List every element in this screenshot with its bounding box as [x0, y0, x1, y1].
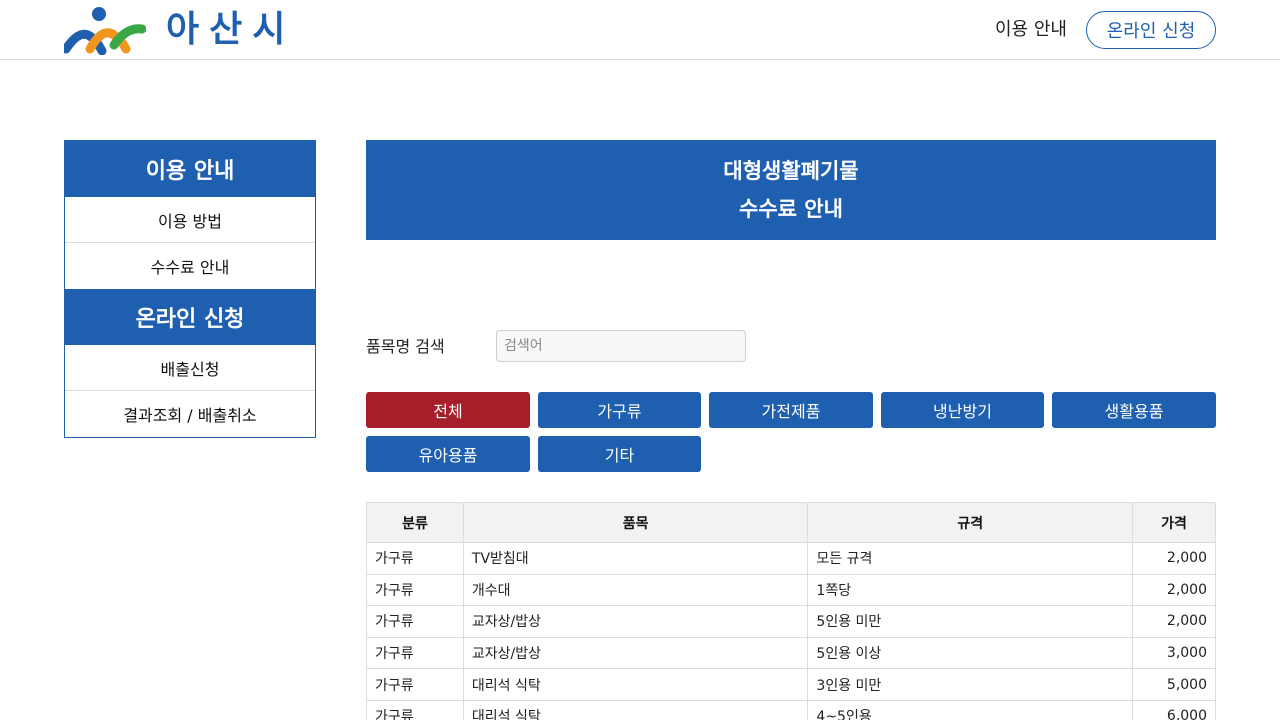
- cell-spec: 모든 규격: [807, 542, 1133, 575]
- cell-item: 교자상/밥상: [462, 636, 809, 670]
- cell-spec: 1쪽당: [807, 573, 1133, 607]
- sidebar: 이용 안내 이용 방법 수수료 안내 온라인 신청 배출신청 결과조회 / 배출…: [64, 140, 316, 438]
- table-row: 가구류 TV받침대 모든 규격 2,000: [366, 542, 1216, 575]
- cell-price: 5,000: [1132, 668, 1216, 701]
- table-row: 가구류 교자상/밥상 5인용 미만 2,000: [366, 605, 1216, 638]
- column-header-category: 분류: [366, 502, 464, 543]
- site-logo[interactable]: 아산시: [64, 4, 295, 56]
- cell-spec: 5인용 미만: [807, 605, 1133, 638]
- sidebar-item-how-to-use[interactable]: 이용 방법: [65, 197, 315, 243]
- sidebar-item-result-cancel[interactable]: 결과조회 / 배출취소: [65, 391, 315, 437]
- cell-item: 개수대: [462, 573, 809, 607]
- table-row: 가구류 개수대 1쪽당 2,000: [366, 573, 1216, 607]
- page-title-banner: 대형생활폐기물 수수료 안내: [366, 140, 1216, 240]
- logo-text: 아산시: [166, 9, 296, 50]
- nav-usage-guide[interactable]: 이용 안내: [995, 18, 1067, 42]
- table-row: 가구류 교자상/밥상 5인용 이상 3,000: [366, 636, 1216, 670]
- page-title-line1: 대형생활폐기물: [723, 159, 859, 183]
- column-header-spec: 규격: [807, 502, 1133, 543]
- search-label: 품목명 검색: [366, 337, 445, 356]
- cell-category: 가구류: [366, 542, 464, 575]
- cell-category: 가구류: [366, 573, 464, 607]
- category-appliances-button[interactable]: 가전제품: [709, 392, 873, 428]
- cell-price: 2,000: [1132, 573, 1216, 607]
- sidebar-section-online-apply: 온라인 신청: [65, 289, 315, 345]
- cell-item: 교자상/밥상: [462, 605, 809, 638]
- category-all-button[interactable]: 전체: [366, 392, 530, 428]
- cell-price: 2,000: [1132, 605, 1216, 638]
- site-header: 아산시 이용 안내 온라인 신청: [0, 0, 1280, 60]
- cell-category: 가구류: [366, 636, 464, 670]
- fee-table: 분류 품목 규격 가격 가구류 TV받침대 모든 규격 2,000 가구류 개수…: [366, 502, 1216, 720]
- table-row: 가구류 대리석 식탁 4~5인용 6,000: [366, 699, 1216, 720]
- cell-item: TV받침대: [462, 542, 809, 575]
- cell-price: 6,000: [1132, 699, 1216, 720]
- cell-spec: 3인용 미만: [807, 668, 1133, 701]
- cell-spec: 5인용 이상: [807, 636, 1133, 670]
- category-heating-cooling-button[interactable]: 냉난방기: [881, 392, 1044, 428]
- sidebar-item-disposal-request[interactable]: 배출신청: [65, 345, 315, 391]
- cell-price: 2,000: [1132, 542, 1216, 575]
- table-header-row: 분류 품목 규격 가격: [366, 502, 1216, 543]
- cell-category: 가구류: [366, 699, 464, 720]
- nav-online-apply-button[interactable]: 온라인 신청: [1086, 11, 1216, 49]
- category-etc-button[interactable]: 기타: [538, 436, 701, 472]
- category-furniture-button[interactable]: 가구류: [538, 392, 701, 428]
- column-header-item: 품목: [462, 502, 809, 543]
- cell-category: 가구류: [366, 668, 464, 701]
- page-title-line2: 수수료 안내: [739, 197, 843, 221]
- sidebar-section-usage-guide: 이용 안내: [65, 141, 315, 197]
- cell-price: 3,000: [1132, 636, 1216, 670]
- category-household-button[interactable]: 생활용품: [1052, 392, 1216, 428]
- table-row: 가구류 대리석 식탁 3인용 미만 5,000: [366, 668, 1216, 701]
- cell-category: 가구류: [366, 605, 464, 638]
- sidebar-item-fee-info[interactable]: 수수료 안내: [65, 243, 315, 289]
- category-baby-button[interactable]: 유아용품: [366, 436, 530, 472]
- cell-item: 대리석 식탁: [462, 668, 809, 701]
- cell-spec: 4~5인용: [807, 699, 1133, 720]
- cell-item: 대리석 식탁: [462, 699, 809, 720]
- column-header-price: 가격: [1132, 502, 1216, 543]
- search-input[interactable]: [496, 330, 746, 362]
- asan-logo-icon: [64, 7, 146, 55]
